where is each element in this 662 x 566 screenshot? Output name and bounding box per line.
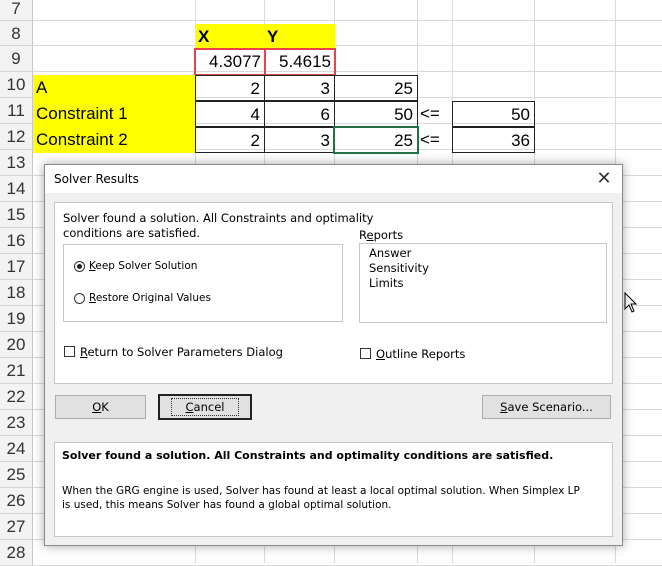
row-divider: [33, 71, 662, 72]
keep-solution-label[interactable]: Keep Solver Solution: [89, 260, 197, 272]
header-y-cell[interactable]: Y: [264, 24, 335, 49]
save-scenario-button[interactable]: Save Scenario...: [482, 395, 611, 419]
row-header[interactable]: 21: [0, 358, 33, 384]
header-x-cell[interactable]: X: [195, 24, 265, 49]
row-header[interactable]: 28: [0, 540, 33, 566]
outline-reports-checkbox[interactable]: [360, 348, 371, 359]
reports-label: Reports: [359, 228, 404, 242]
keep-solution-radio[interactable]: [74, 261, 85, 272]
solution-highlight-divider: [264, 49, 266, 75]
row-header[interactable]: 9: [0, 46, 33, 72]
row-header[interactable]: 13: [0, 150, 33, 176]
c2-operator-cell[interactable]: <=: [417, 127, 453, 153]
info-summary: Solver found a solution. All Constraints…: [62, 449, 554, 462]
row-header[interactable]: 11: [0, 98, 33, 124]
report-sensitivity[interactable]: Sensitivity: [369, 261, 429, 275]
row-header[interactable]: 20: [0, 332, 33, 358]
c2-rhs-cell[interactable]: 36: [452, 127, 535, 153]
a-total-cell[interactable]: 25: [334, 75, 418, 101]
label-constraint1-cell[interactable]: Constraint 1: [33, 101, 196, 127]
return-to-parameters-checkbox[interactable]: [64, 346, 75, 357]
row-header[interactable]: 24: [0, 436, 33, 462]
mouse-cursor-icon: [624, 292, 638, 313]
status-message-line1: Solver found a solution. All Constraints…: [63, 211, 374, 225]
report-answer[interactable]: Answer: [369, 246, 411, 260]
row-header[interactable]: 18: [0, 280, 33, 306]
return-to-parameters-label[interactable]: Return to Solver Parameters Dialog: [80, 345, 283, 359]
row-header[interactable]: 25: [0, 462, 33, 488]
row-header[interactable]: 14: [0, 176, 33, 202]
restore-values-radio[interactable]: [74, 293, 85, 304]
a-coef-y-cell[interactable]: 3: [264, 75, 335, 101]
row-header[interactable]: 16: [0, 228, 33, 254]
row-header[interactable]: 23: [0, 410, 33, 436]
info-detail-line2: is used, this means Solver has found a g…: [62, 499, 392, 511]
row-header[interactable]: 7: [0, 0, 33, 21]
row-divider: [33, 20, 662, 21]
row-header[interactable]: 22: [0, 384, 33, 410]
row-header[interactable]: 27: [0, 514, 33, 540]
label-a-cell[interactable]: A: [33, 75, 196, 101]
solver-results-dialog: Solver Results ✕ Solver found a solution…: [44, 164, 623, 546]
c1-total-cell[interactable]: 50: [334, 101, 418, 127]
info-detail-line1: When the GRG engine is used, Solver has …: [62, 485, 580, 497]
c1-coef-y-cell[interactable]: 6: [264, 101, 335, 127]
row-header[interactable]: 12: [0, 124, 33, 150]
row-header[interactable]: 26: [0, 488, 33, 514]
dialog-titlebar[interactable]: Solver Results ✕: [45, 165, 622, 193]
row-header[interactable]: 15: [0, 202, 33, 228]
label-constraint2-cell[interactable]: Constraint 2: [33, 127, 196, 153]
row-header[interactable]: 10: [0, 72, 33, 98]
close-icon[interactable]: ✕: [593, 168, 615, 190]
c2-coef-y-cell[interactable]: 3: [264, 127, 335, 153]
row-header[interactable]: 19: [0, 306, 33, 332]
c1-operator-cell[interactable]: <=: [417, 101, 453, 127]
report-limits[interactable]: Limits: [369, 276, 404, 290]
restore-values-label[interactable]: Restore Original Values: [89, 292, 211, 304]
outline-reports-label[interactable]: Outline Reports: [376, 347, 465, 361]
c2-coef-x-cell[interactable]: 2: [195, 127, 265, 153]
c1-coef-x-cell[interactable]: 4: [195, 101, 265, 127]
c1-rhs-cell[interactable]: 50: [452, 101, 535, 127]
cancel-button[interactable]: Cancel: [158, 394, 252, 420]
status-message-line2: conditions are satisfied.: [63, 226, 201, 240]
dialog-title: Solver Results: [54, 172, 139, 186]
a-coef-x-cell[interactable]: 2: [195, 75, 265, 101]
solution-options-frame: [63, 244, 343, 322]
row-header[interactable]: 17: [0, 254, 33, 280]
row-header[interactable]: 8: [0, 21, 33, 46]
row-divider: [33, 45, 662, 46]
ok-button[interactable]: OK: [55, 395, 146, 419]
active-cell-selection: [333, 126, 419, 154]
